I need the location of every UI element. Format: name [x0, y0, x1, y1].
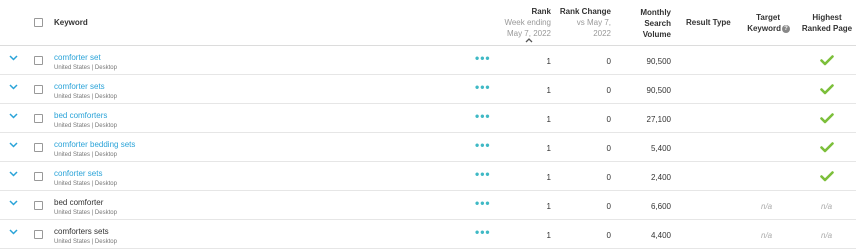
row-checkbox[interactable] [34, 230, 43, 239]
table-row: comforter set United States | Desktop ••• 1… [0, 46, 856, 75]
more-actions-icon[interactable]: ••• [475, 51, 491, 65]
header-target-line1: Target [756, 13, 780, 22]
rank-value: 1 [546, 57, 551, 66]
keyword-location: United States | Desktop [54, 181, 117, 187]
header-highest-line2: Ranked Page [801, 24, 853, 33]
rank-value: 1 [546, 202, 551, 211]
header-rank-change-sub1: vs May 7, [576, 18, 611, 27]
search-volume-value: 90,500 [646, 57, 671, 66]
row-checkbox[interactable] [34, 143, 43, 152]
keyword-text[interactable]: comforter bedding sets [54, 140, 135, 150]
table-body: comforter set United States | Desktop ••• 1… [0, 46, 856, 249]
more-actions-icon[interactable]: ••• [475, 196, 491, 210]
help-icon[interactable]: ? [782, 24, 790, 33]
header-rank-change-sub2: 2022 [593, 29, 611, 38]
search-volume-value: 90,500 [646, 86, 671, 95]
row-checkbox[interactable] [34, 85, 43, 94]
more-actions-icon[interactable]: ••• [475, 138, 491, 152]
keyword-rankings-table: Keyword Rank Week ending May 7, 2022 Ran… [0, 0, 856, 249]
table-row: bed comforter United States | Desktop ••• 1… [0, 191, 856, 220]
more-actions-icon[interactable]: ••• [475, 80, 491, 94]
highest-ranked-page-value: n/a [821, 231, 833, 240]
checkmark-icon[interactable] [820, 84, 834, 95]
header-rank-title: Rank [531, 7, 551, 16]
table-header: Keyword Rank Week ending May 7, 2022 Ran… [0, 0, 856, 46]
keyword-location: United States | Desktop [54, 94, 117, 100]
keyword-location: United States | Desktop [54, 152, 117, 158]
rank-change-value: 0 [606, 231, 611, 240]
keyword-text[interactable]: bed comforters [54, 111, 107, 121]
target-keyword-value: n/a [761, 202, 773, 211]
search-volume-value: 4,400 [650, 231, 671, 240]
rank-change-value: 0 [606, 173, 611, 182]
header-highest-line1: Highest [812, 13, 842, 22]
header-keyword[interactable]: Keyword [54, 17, 88, 28]
keyword-text: bed comforter [54, 198, 104, 207]
header-rank-sub2: May 7, 2022 [506, 29, 551, 38]
chevron-down-icon[interactable] [9, 142, 18, 148]
search-volume-value: 5,400 [650, 144, 671, 153]
chevron-down-icon[interactable] [9, 229, 18, 235]
header-highest-ranked-page[interactable]: Highest Ranked Page [800, 12, 854, 34]
rank-value: 1 [546, 144, 551, 153]
rank-change-value: 0 [606, 86, 611, 95]
rank-value: 1 [546, 115, 551, 124]
keyword-location: United States | Desktop [54, 123, 117, 129]
keyword-text[interactable]: comforter set [54, 53, 101, 63]
chevron-down-icon[interactable] [9, 171, 18, 177]
target-keyword-value: n/a [761, 231, 773, 240]
search-volume-value: 6,600 [650, 202, 671, 211]
select-all-checkbox[interactable] [34, 18, 43, 27]
rank-value: 1 [546, 173, 551, 182]
header-msv-line2: Search [644, 19, 671, 28]
more-actions-icon[interactable]: ••• [475, 109, 491, 123]
rank-change-value: 0 [606, 57, 611, 66]
search-volume-value: 2,400 [650, 173, 671, 182]
row-checkbox[interactable] [34, 172, 43, 181]
checkmark-icon[interactable] [820, 171, 834, 182]
sort-ascending-icon[interactable] [525, 38, 533, 43]
checkmark-icon[interactable] [820, 113, 834, 124]
keyword-text[interactable]: comforter sets [54, 82, 105, 92]
header-msv-line3: Volume [642, 30, 671, 39]
chevron-down-icon[interactable] [9, 55, 18, 61]
more-actions-icon[interactable]: ••• [475, 167, 491, 181]
chevron-down-icon[interactable] [9, 84, 18, 90]
chevron-down-icon[interactable] [9, 200, 18, 206]
header-target-keyword[interactable]: Target Keyword? [740, 12, 790, 34]
table-row: comforter bedding sets United States | De… [0, 133, 856, 162]
chevron-down-icon[interactable] [9, 113, 18, 119]
rank-change-value: 0 [606, 202, 611, 211]
keyword-location: United States | Desktop [54, 65, 117, 71]
header-msv-line1: Monthly [640, 8, 671, 17]
header-rank[interactable]: Rank Week ending May 7, 2022 [490, 6, 551, 39]
keyword-location: United States | Desktop [54, 210, 117, 216]
search-volume-value: 27,100 [646, 115, 671, 124]
row-checkbox[interactable] [34, 201, 43, 210]
rank-change-value: 0 [606, 144, 611, 153]
rank-change-value: 0 [606, 115, 611, 124]
checkmark-icon[interactable] [820, 142, 834, 153]
highest-ranked-page-value: n/a [821, 202, 833, 211]
more-actions-icon[interactable]: ••• [475, 225, 491, 239]
rank-value: 1 [546, 231, 551, 240]
keyword-text: comforters sets [54, 227, 109, 236]
header-rank-change[interactable]: Rank Change vs May 7, 2022 [556, 6, 611, 39]
row-checkbox[interactable] [34, 56, 43, 65]
header-monthly-search-volume[interactable]: Monthly Search Volume [628, 7, 671, 40]
table-row: bed comforters United States | Desktop •••… [0, 104, 856, 133]
header-target-line2: Keyword? [740, 23, 790, 34]
header-rank-change-title: Rank Change [559, 7, 611, 16]
table-row: conforter sets United States | Desktop •••… [0, 162, 856, 191]
row-checkbox[interactable] [34, 114, 43, 123]
rank-value: 1 [546, 86, 551, 95]
checkmark-icon[interactable] [820, 55, 834, 66]
header-result-type[interactable]: Result Type [686, 17, 731, 28]
table-row: comforter sets United States | Desktop •••… [0, 75, 856, 104]
keyword-text[interactable]: conforter sets [54, 169, 102, 179]
header-rank-sub1: Week ending [504, 18, 551, 27]
header-target-label: Keyword [747, 24, 781, 33]
